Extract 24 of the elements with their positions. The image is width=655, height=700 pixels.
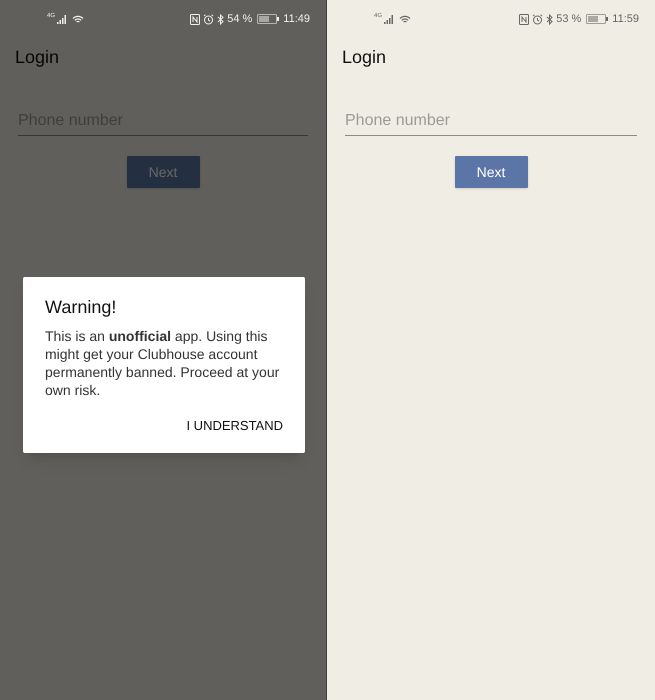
bluetooth-icon <box>546 14 554 24</box>
battery-percent: 54 % <box>227 12 252 27</box>
phone-number-field[interactable]: Phone number <box>345 106 637 136</box>
dialog-title: Warning! <box>45 296 118 319</box>
wifi-icon <box>399 14 412 24</box>
battery-percent: 53 % <box>556 12 582 27</box>
screen-title: Login <box>342 46 386 69</box>
status-time: 11:59 <box>612 12 639 27</box>
battery-icon <box>586 14 608 24</box>
signal-icon <box>384 14 394 24</box>
battery-icon <box>257 14 280 24</box>
nfc-icon <box>519 14 530 24</box>
bluetooth-icon <box>217 14 224 24</box>
signal-icon <box>57 14 68 24</box>
screen-title: Login <box>15 46 60 69</box>
nfc-icon <box>190 14 200 24</box>
status-time: 11:49 <box>283 12 310 27</box>
dialog-message: This is an unofficial app. Using this might get your Clubhouse account permanently banned. Proceed at your own risk. <box>45 327 280 399</box>
alarm-clock-icon <box>532 14 544 24</box>
next-button[interactable]: Next <box>454 156 528 188</box>
next-button[interactable]: Next <box>126 156 200 188</box>
wifi-icon <box>72 14 84 24</box>
understand-button[interactable]: I UNDERSTAND <box>184 414 285 438</box>
alarm-clock-icon <box>203 14 214 24</box>
